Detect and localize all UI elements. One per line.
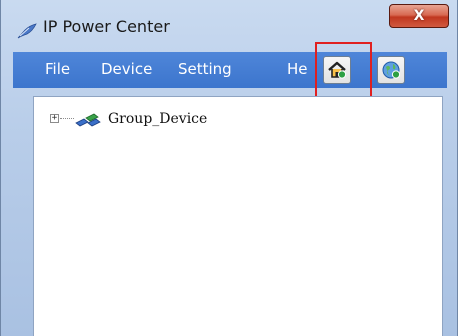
menu-setting[interactable]: Setting <box>178 60 232 78</box>
device-tree-panel[interactable]: + Group_Device <box>33 96 443 336</box>
tree-connector-line <box>60 118 74 119</box>
app-feather-icon <box>17 23 37 39</box>
close-button[interactable]: X <box>389 4 449 28</box>
tree-node-label[interactable]: Group_Device <box>108 111 207 127</box>
menu-help[interactable]: He <box>287 60 308 78</box>
highlight-annotation <box>315 42 372 100</box>
menu-bar: File Device Setting He <box>13 52 447 88</box>
menu-device[interactable]: Device <box>101 60 152 78</box>
menu-file[interactable]: File <box>45 60 70 78</box>
globe-device-icon <box>382 61 401 79</box>
expand-icon[interactable]: + <box>50 114 59 123</box>
title-bar: IP Power Center X <box>1 0 458 50</box>
network-group-icon <box>75 113 101 127</box>
window-title: IP Power Center <box>43 17 170 36</box>
toolbar-globe-button[interactable] <box>377 56 405 84</box>
close-icon: X <box>413 8 425 24</box>
app-window: IP Power Center X File Device Setting He <box>0 0 458 336</box>
